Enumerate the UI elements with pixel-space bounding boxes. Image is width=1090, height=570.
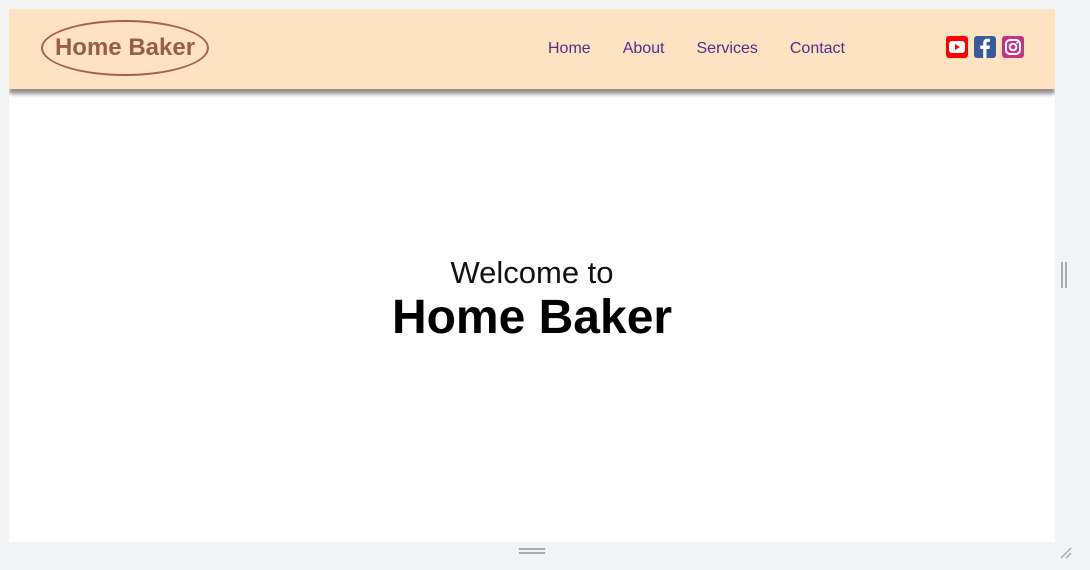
hero-subtitle: Welcome to (450, 255, 614, 290)
youtube-icon[interactable] (946, 36, 968, 58)
handle-line (519, 552, 545, 554)
handle-line (1065, 262, 1067, 288)
nav-link-home[interactable]: Home (548, 39, 591, 59)
facebook-icon[interactable] (974, 36, 996, 58)
social-links (946, 36, 1024, 58)
hero-title: Home Baker (391, 291, 673, 344)
nav-link-contact[interactable]: Contact (790, 39, 845, 59)
handle-line (1061, 262, 1063, 288)
page-frame: Home Baker Home About Services Contact W… (9, 9, 1055, 542)
navbar: Home Baker Home About Services Contact (9, 9, 1055, 89)
nav-link-services[interactable]: Services (697, 39, 758, 59)
logo[interactable]: Home Baker (41, 20, 209, 76)
handle-line (519, 548, 545, 550)
nav-links: Home About Services Contact (548, 39, 877, 59)
nav-link-about[interactable]: About (623, 39, 665, 59)
hero: Welcome to Home Baker (9, 254, 1055, 344)
vertical-resize-handle[interactable] (1061, 262, 1067, 288)
instagram-icon[interactable] (1002, 36, 1024, 58)
resize-grip-icon[interactable] (1057, 544, 1073, 560)
horizontal-resize-handle[interactable] (519, 548, 545, 554)
